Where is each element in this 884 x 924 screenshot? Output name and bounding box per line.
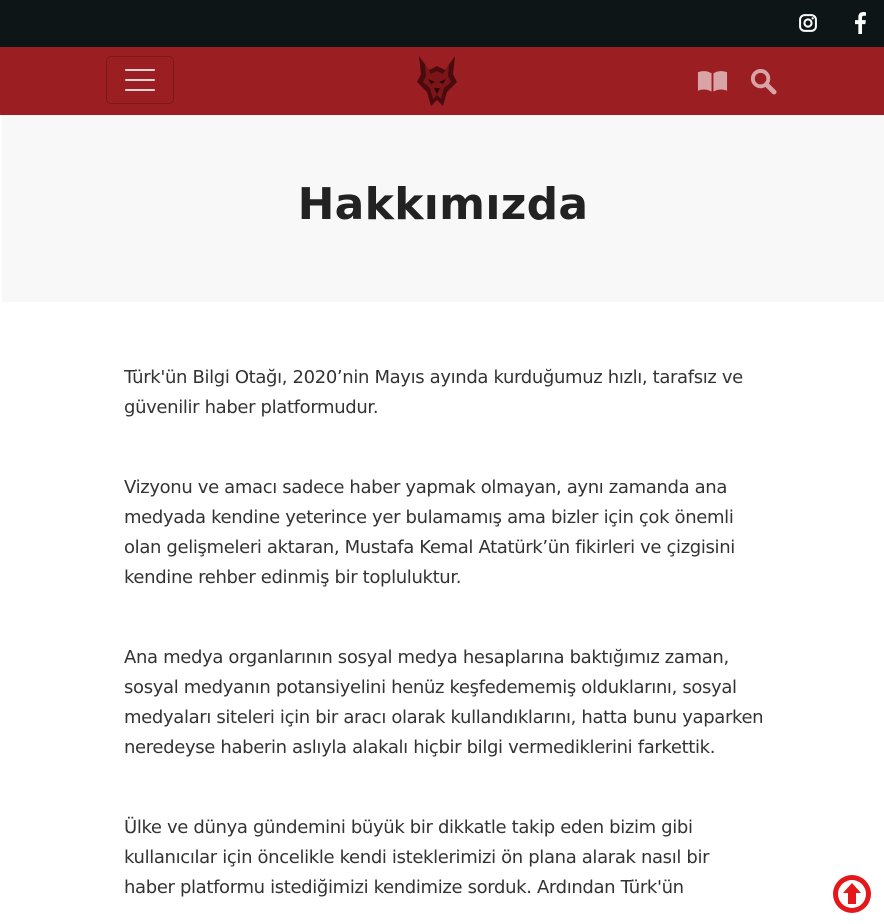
paragraph: Türk'ün Bilgi Otağı, 2020’nin Mayıs ayın…: [124, 367, 743, 418]
page-title: Hakkımızda: [297, 179, 589, 230]
about-content: Türk'ün Bilgi Otağı, 2020’nin Mayıs ayın…: [124, 363, 764, 924]
instagram-icon[interactable]: [796, 11, 820, 35]
page: Hakkımızda Türk'ün Bilgi Otağı, 2020’nin…: [0, 0, 884, 924]
search-icon[interactable]: [749, 67, 777, 95]
main-navbar: [0, 47, 884, 115]
book-open-icon[interactable]: [696, 67, 728, 95]
wolf-head-logo[interactable]: [413, 52, 461, 108]
facebook-icon[interactable]: [848, 11, 872, 35]
paragraph: Ülke ve dünya gündemini büyük bir dikkat…: [124, 817, 710, 898]
hamburger-menu-icon[interactable]: [106, 56, 174, 104]
top-bar: [0, 0, 884, 47]
page-header: Hakkımızda: [2, 115, 884, 302]
paragraph: Vizyonu ve amacı sadece haber yapmak olm…: [124, 477, 735, 588]
arrow-up-circle-icon[interactable]: [831, 873, 873, 915]
paragraph: Ana medya organlarının sosyal medya hesa…: [124, 647, 764, 758]
